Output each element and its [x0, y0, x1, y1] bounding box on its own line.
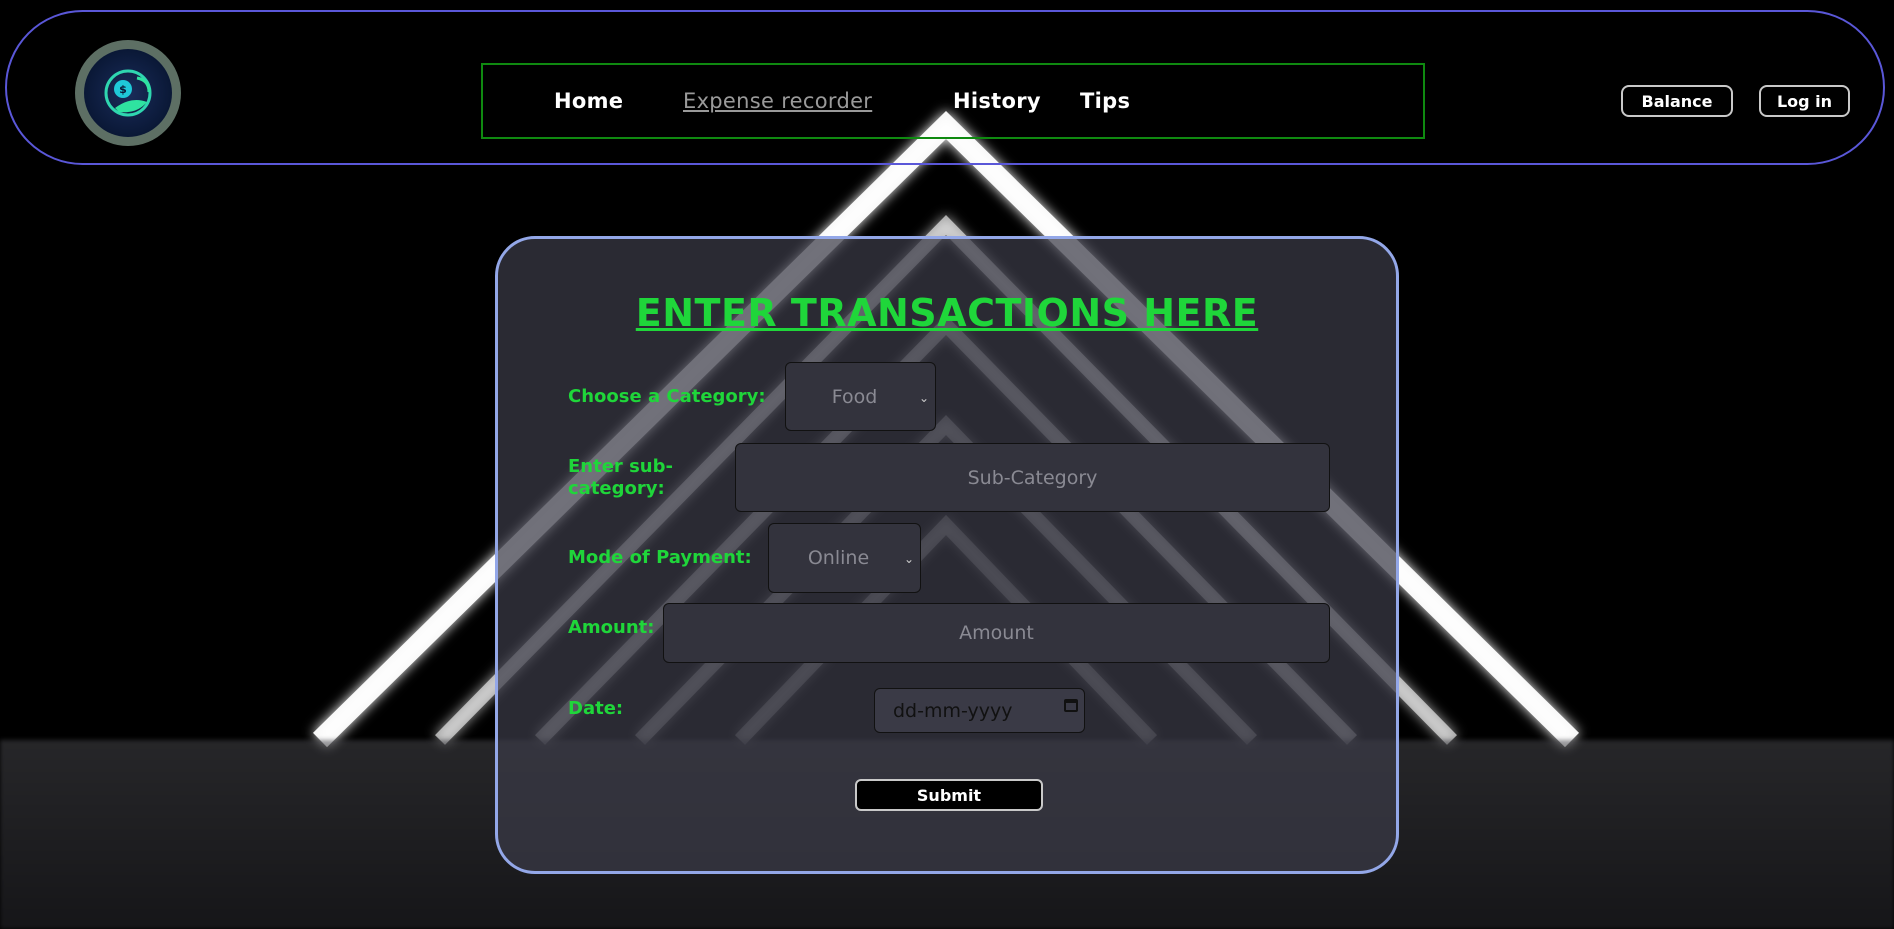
date-placeholder: dd-mm-yyyy [893, 699, 1013, 722]
balance-button[interactable]: Balance [1621, 85, 1733, 117]
payment-value: Online [807, 547, 870, 569]
nav-tips[interactable]: Tips [1080, 89, 1130, 113]
category-value: Food [831, 385, 878, 408]
transaction-form-card: ENTER TRANSACTIONS HERE Choose a Categor… [495, 236, 1399, 874]
nav-history[interactable]: History [953, 89, 1041, 113]
svg-text:$: $ [119, 83, 127, 96]
chevron-down-icon: ⌄ [903, 552, 914, 566]
date-input[interactable]: dd-mm-yyyy [874, 688, 1085, 733]
amount-input[interactable]: Amount [663, 603, 1330, 663]
amount-placeholder: Amount [959, 622, 1034, 644]
category-label: Choose a Category: [568, 386, 766, 407]
subcategory-label: Enter sub-category: [568, 456, 673, 499]
form-title: ENTER TRANSACTIONS HERE [635, 291, 1259, 335]
submit-button[interactable]: Submit [855, 779, 1043, 811]
chevron-down-icon: ⌄ [918, 390, 929, 405]
payment-label: Mode of Payment: [568, 547, 752, 568]
subcategory-input[interactable]: Sub-Category [735, 443, 1330, 512]
payment-select[interactable]: Online ⌄ [768, 523, 921, 593]
calendar-icon[interactable] [1064, 699, 1078, 712]
main-nav: Home Expense recorder History Tips [481, 63, 1425, 139]
amount-label: Amount: [568, 617, 655, 638]
nav-expense-recorder[interactable]: Expense recorder [683, 89, 872, 113]
top-header: $ Home Expense recorder History Tips Bal… [5, 10, 1885, 165]
money-leaf-icon: $ [104, 69, 152, 117]
login-button[interactable]: Log in [1759, 85, 1850, 117]
date-label: Date: [568, 698, 624, 719]
logo[interactable]: $ [75, 40, 181, 146]
category-select[interactable]: Food ⌄ [785, 362, 936, 431]
subcategory-placeholder: Sub-Category [967, 466, 1098, 489]
nav-home[interactable]: Home [554, 89, 623, 113]
